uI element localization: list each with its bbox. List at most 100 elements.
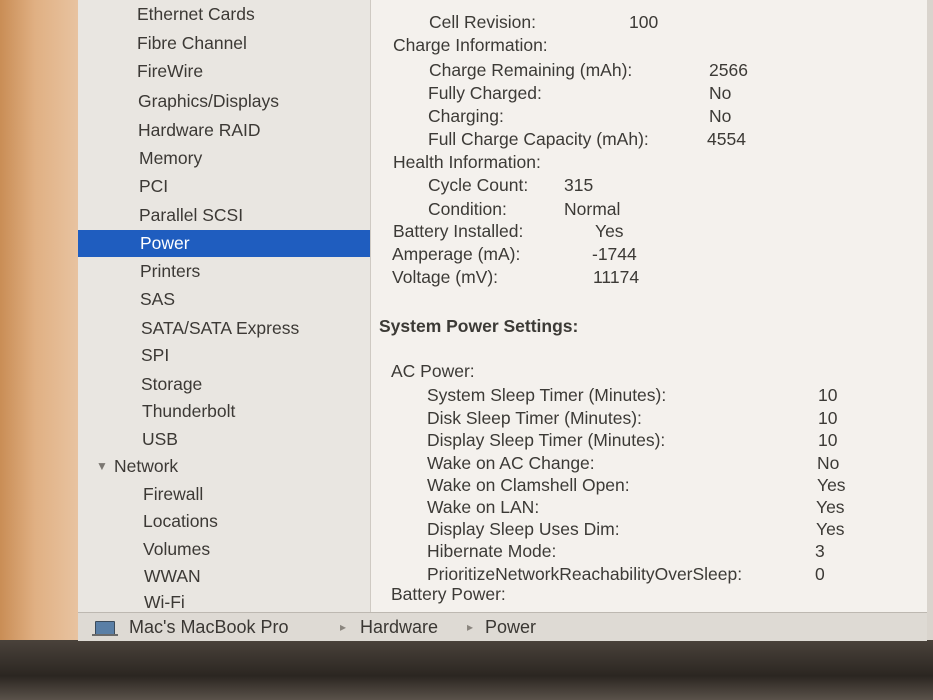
sidebar-item-hardware-raid[interactable]: Hardware RAID [78, 117, 370, 144]
desktop-bottom [0, 640, 933, 700]
setting-value: Yes [816, 497, 845, 517]
path-hardware[interactable]: Hardware [360, 613, 438, 641]
laptop-icon [92, 621, 118, 636]
sidebar-item-label: FireWire [137, 61, 204, 81]
info-label: Battery Installed: [393, 221, 524, 241]
sidebar-item-usb[interactable]: USB [78, 426, 370, 453]
info-label: Charge Remaining (mAh): [429, 60, 633, 80]
info-value: 315 [564, 175, 594, 195]
setting-value: No [817, 453, 840, 473]
info-label: Fully Charged: [428, 83, 542, 103]
heading-text: AC Power: [391, 361, 475, 381]
heading-text: Charge Information: [393, 35, 548, 55]
sidebar-item-graphics-displays[interactable]: Graphics/Displays [78, 88, 370, 115]
chevron-right-icon: ▸ [467, 620, 474, 634]
setting-label: Wake on Clamshell Open: [427, 475, 630, 495]
sidebar-item-spi[interactable]: SPI [78, 342, 370, 369]
path-power[interactable]: Power [485, 613, 536, 641]
heading-text: Health Information: [393, 152, 541, 172]
sidebar-item-label: WWAN [144, 566, 201, 586]
sidebar-item-label: Locations [143, 511, 218, 531]
sidebar-item-label: SAS [140, 289, 176, 309]
setting-value: 10 [818, 408, 838, 428]
info-value: 100 [629, 12, 659, 32]
sidebar-item-label: SPI [141, 345, 170, 365]
section-heading-ac-power: AC Power: [391, 360, 475, 382]
sidebar-item-power[interactable]: Power [78, 230, 370, 257]
setting-value: Yes [816, 519, 845, 539]
sidebar-item-label: Power [140, 233, 190, 253]
setting-label: Display Sleep Timer (Minutes): [427, 430, 666, 450]
sidebar-item-ethernet-cards[interactable]: Ethernet Cards [78, 1, 370, 28]
detail-pane[interactable]: Cell Revision: 100 Charge Information: C… [370, 0, 927, 612]
info-label: Full Charge Capacity (mAh): [428, 129, 649, 149]
info-value: Normal [564, 199, 621, 219]
sidebar-item-label: Firewall [143, 484, 204, 504]
info-value: 2566 [709, 60, 748, 80]
sidebar-item-label: Fibre Channel [137, 33, 247, 53]
sidebar-item-label: USB [142, 429, 178, 449]
info-value: -1744 [592, 244, 637, 264]
sidebar-item-label: PCI [139, 176, 169, 196]
sidebar-item-label: Ethernet Cards [137, 4, 255, 24]
sidebar-item-label: Printers [140, 261, 201, 281]
section-heading-charge: Charge Information: [393, 34, 548, 56]
setting-label: System Sleep Timer (Minutes): [427, 385, 667, 405]
sidebar-item-label: Storage [141, 374, 203, 394]
sidebar-group-network[interactable]: ▼ Network [78, 453, 370, 480]
section-heading-battery-power: Battery Power: [391, 583, 506, 605]
setting-label: Wake on LAN: [427, 497, 540, 517]
system-information-window: Ethernet Cards Fibre Channel FireWire Gr… [78, 0, 927, 641]
sidebar-item-wwan[interactable]: WWAN [78, 563, 370, 590]
chevron-right-icon: ▸ [340, 620, 347, 634]
sidebar-item-firewall[interactable]: Firewall [78, 481, 370, 508]
info-label: Condition: [428, 199, 507, 219]
sidebar-item-label: Graphics/Displays [138, 91, 280, 111]
sidebar-item-volumes[interactable]: Volumes [78, 536, 370, 563]
sidebar-item-label: Memory [139, 148, 203, 168]
info-value: Yes [595, 221, 624, 241]
info-label: Amperage (mA): [392, 244, 521, 264]
section-title-system-power-settings: System Power Settings: [379, 315, 578, 337]
sidebar-item-label: Thunderbolt [142, 401, 236, 421]
info-value: 4554 [707, 129, 746, 149]
info-value: 11174 [593, 267, 640, 287]
disclosure-triangle-icon[interactable]: ▼ [96, 453, 108, 480]
sidebar-item-sata[interactable]: SATA/SATA Express [78, 315, 370, 342]
sidebar-item-pci[interactable]: PCI [78, 173, 370, 200]
sidebar-item-memory[interactable]: Memory [78, 145, 370, 172]
info-label: Charging: [428, 106, 504, 126]
heading-text: Battery Power: [391, 584, 506, 604]
sidebar-item-label: Network [114, 456, 179, 476]
info-value: No [709, 83, 732, 103]
sidebar-item-label: Parallel SCSI [139, 205, 244, 225]
sidebar-item-storage[interactable]: Storage [78, 371, 370, 398]
info-label: Cycle Count: [428, 175, 529, 195]
sidebar-item-label: SATA/SATA Express [141, 318, 300, 338]
path-computer-name[interactable]: Mac's MacBook Pro [129, 613, 289, 641]
setting-label: PrioritizeNetworkReachabilityOverSleep: [427, 564, 743, 584]
setting-value: Yes [817, 475, 846, 495]
setting-label: Display Sleep Uses Dim: [427, 519, 620, 539]
section-heading-health: Health Information: [393, 151, 541, 173]
setting-label: Wake on AC Change: [427, 453, 595, 473]
sidebar-item-sas[interactable]: SAS [78, 286, 370, 313]
info-label: Cell Revision: [429, 12, 536, 32]
sidebar[interactable]: Ethernet Cards Fibre Channel FireWire Gr… [78, 0, 371, 612]
sidebar-item-firewire[interactable]: FireWire [78, 58, 370, 85]
sidebar-item-fibre-channel[interactable]: Fibre Channel [78, 30, 370, 57]
sidebar-item-label: Hardware RAID [138, 120, 261, 140]
sidebar-item-locations[interactable]: Locations [78, 508, 370, 535]
info-label: Voltage (mV): [392, 267, 499, 287]
setting-value: 0 [815, 564, 825, 584]
sidebar-item-label: Volumes [143, 539, 211, 559]
path-bar: Mac's MacBook Pro ▸ Hardware ▸ Power [78, 612, 927, 641]
sidebar-item-printers[interactable]: Printers [78, 258, 370, 285]
setting-value: 10 [818, 385, 838, 405]
setting-value: 3 [815, 541, 825, 561]
info-value: No [709, 106, 732, 126]
setting-label: Disk Sleep Timer (Minutes): [427, 408, 642, 428]
setting-value: 10 [818, 430, 838, 450]
sidebar-item-thunderbolt[interactable]: Thunderbolt [78, 398, 370, 425]
sidebar-item-parallel-scsi[interactable]: Parallel SCSI [78, 202, 370, 229]
